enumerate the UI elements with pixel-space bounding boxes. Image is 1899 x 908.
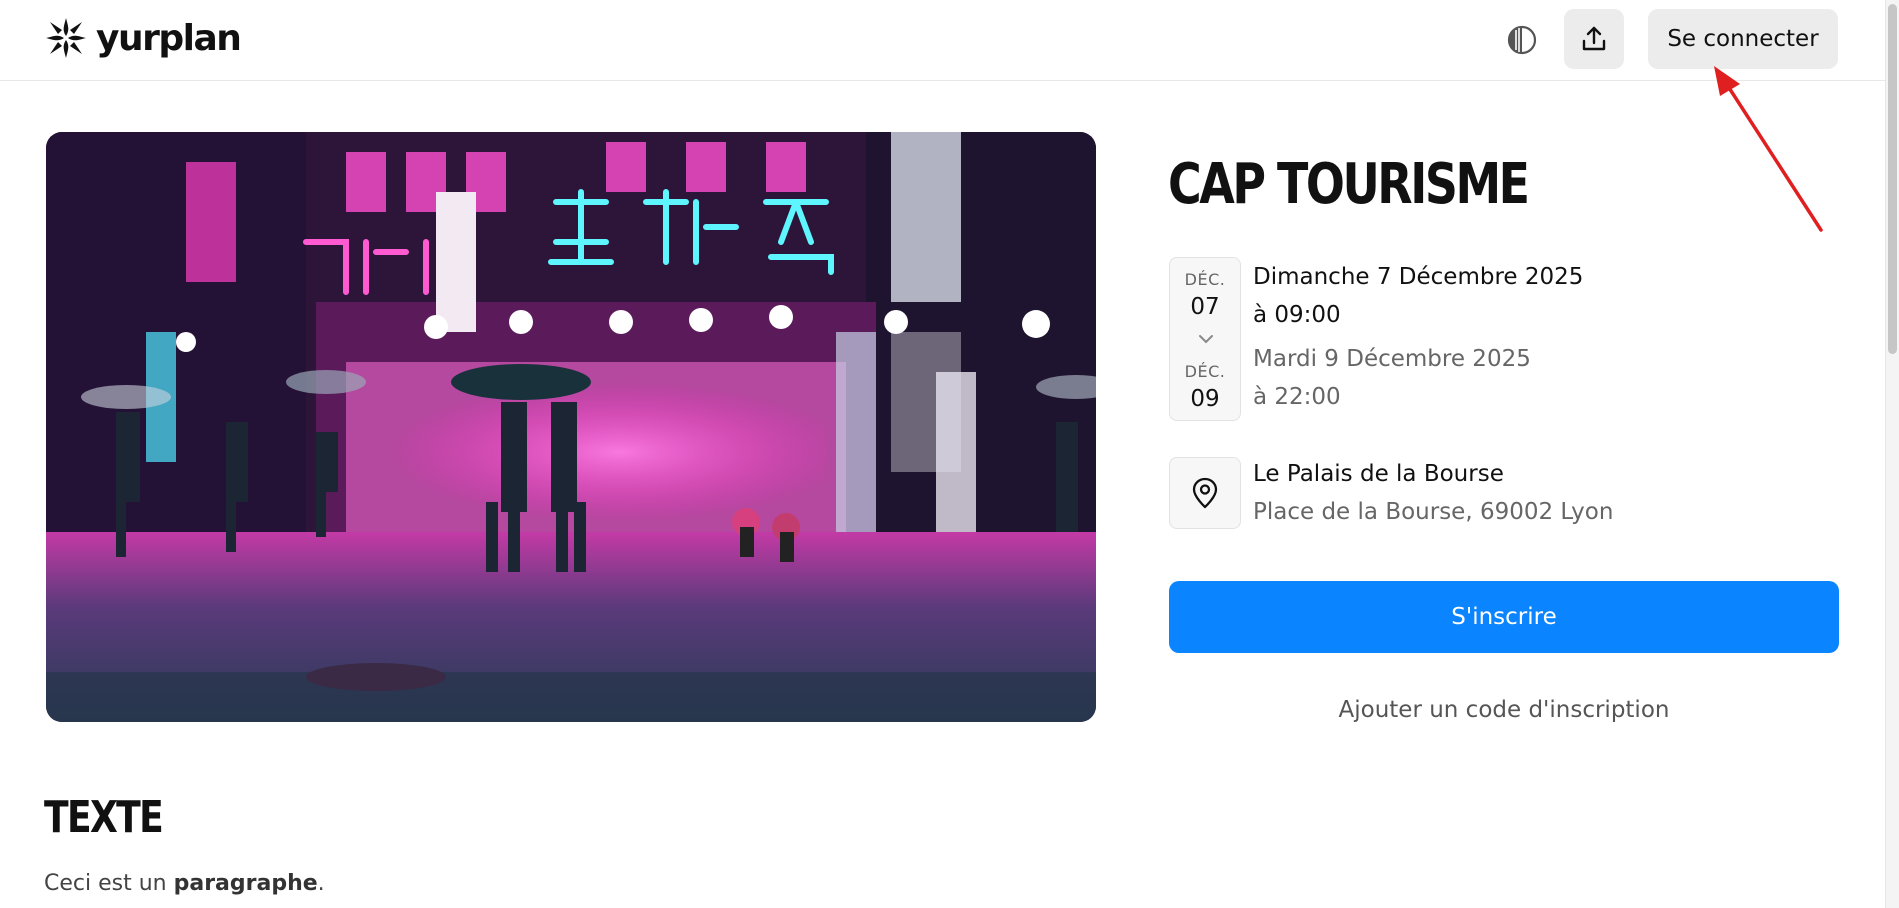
- description-paragraph: Ceci est un paragraphe.: [44, 871, 325, 896]
- end-month: DÉC.: [1184, 362, 1226, 381]
- end-day: 09: [1190, 386, 1220, 412]
- contrast-icon: [1507, 25, 1537, 55]
- start-time-text: à 09:00: [1253, 302, 1341, 328]
- theme-toggle-button[interactable]: [1502, 20, 1542, 60]
- top-header: yurplan Se connecter: [0, 0, 1899, 81]
- event-title: CAP TOURISME: [1168, 152, 1530, 217]
- chevron-down-icon: [1199, 335, 1213, 344]
- event-cover-image: [46, 132, 1096, 722]
- paragraph-end: .: [317, 871, 325, 896]
- section-title: TEXTE: [44, 792, 164, 843]
- paragraph-bold-text: paragraphe: [173, 871, 318, 896]
- login-button[interactable]: Se connecter: [1648, 9, 1838, 69]
- annotation-arrow: [1714, 66, 1823, 232]
- page-scrollbar[interactable]: [1885, 0, 1899, 908]
- share-button[interactable]: [1564, 9, 1624, 69]
- end-date-text: Mardi 9 Décembre 2025: [1253, 346, 1531, 372]
- start-date-text: Dimanche 7 Décembre 2025: [1253, 264, 1584, 290]
- brand-name: yurplan: [96, 17, 242, 59]
- register-button[interactable]: S'inscrire: [1169, 581, 1839, 653]
- venue-address: Place de la Bourse, 69002 Lyon: [1253, 499, 1614, 525]
- venue-name: Le Palais de la Bourse: [1253, 461, 1504, 487]
- map-pin-icon: [1192, 477, 1218, 509]
- paragraph-text: Ceci est un: [44, 871, 174, 896]
- date-range-badge: DÉC. 07 DÉC. 09: [1169, 257, 1241, 421]
- brand-logo[interactable]: yurplan: [44, 14, 242, 62]
- upload-share-icon: [1582, 26, 1606, 51]
- yurplan-logo-icon: [46, 18, 86, 58]
- end-time-text: à 22:00: [1253, 384, 1341, 410]
- scrollbar-thumb[interactable]: [1888, 4, 1897, 354]
- start-day: 07: [1190, 294, 1220, 320]
- location-map-button[interactable]: [1169, 457, 1241, 529]
- start-month: DÉC.: [1184, 270, 1226, 289]
- add-registration-code-link[interactable]: Ajouter un code d'inscription: [1169, 697, 1839, 723]
